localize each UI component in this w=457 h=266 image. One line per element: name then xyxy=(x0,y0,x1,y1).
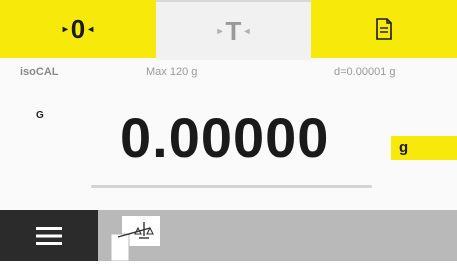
unit-label: g xyxy=(399,139,409,156)
tare-left-arrow-icon: ▸ xyxy=(217,25,223,37)
hamburger-menu-icon xyxy=(36,226,62,245)
bottom-bar xyxy=(0,210,457,262)
print-button[interactable] xyxy=(311,0,457,58)
main-menu-button[interactable] xyxy=(0,210,98,261)
readability: d=0.00001 g xyxy=(334,66,396,78)
balance-screen: ▸ 0 ◂ ▸ T ◂ isoCAL Max 120 g d=0.00001 g… xyxy=(0,0,457,262)
zero-left-arrow-icon: ▸ xyxy=(62,23,68,35)
tare-key-label-group: ▸ T ◂ xyxy=(215,16,253,47)
weighing-app-button[interactable] xyxy=(108,214,164,262)
weight-value: 0.00000 xyxy=(120,106,330,169)
tare-key-label: T xyxy=(225,15,242,46)
tare-right-arrow-icon: ◂ xyxy=(244,25,250,37)
max-capacity: Max 120 g xyxy=(146,66,198,78)
document-icon xyxy=(376,18,392,40)
function-key-bar: ▸ 0 ◂ ▸ T ◂ xyxy=(0,0,457,60)
zero-button[interactable]: ▸ 0 ◂ xyxy=(0,0,156,58)
gross-indicator: G xyxy=(36,110,44,121)
balance-name: isoCAL xyxy=(20,66,59,78)
zero-right-arrow-icon: ◂ xyxy=(88,23,94,35)
zero-key-label: 0 xyxy=(70,13,86,44)
weighing-app-icon xyxy=(110,216,160,262)
capacity-bar xyxy=(91,185,372,188)
tare-button[interactable]: ▸ T ◂ xyxy=(156,0,311,60)
zero-key-label-group: ▸ 0 ◂ xyxy=(60,14,97,45)
unit-button[interactable]: g xyxy=(391,136,457,160)
